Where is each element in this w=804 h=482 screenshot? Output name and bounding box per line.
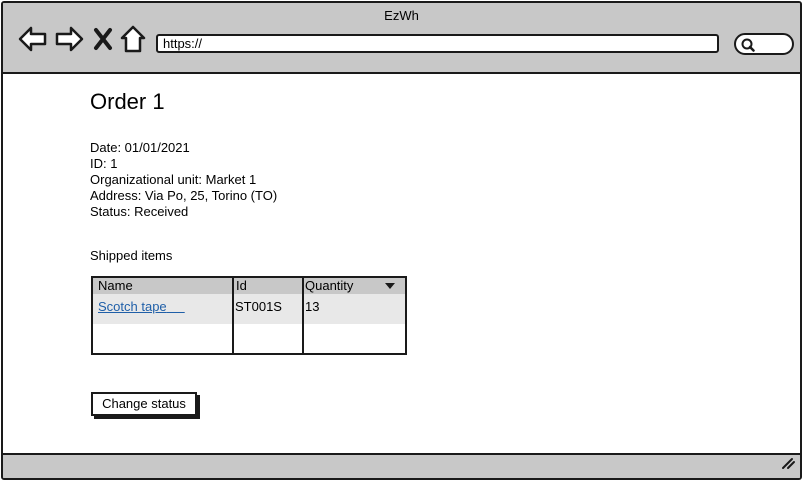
search-icon — [741, 38, 755, 57]
order-org-unit: Organizational unit: Market 1 — [90, 172, 257, 187]
order-date: Date: 01/01/2021 — [90, 140, 190, 155]
table-header — [93, 278, 405, 294]
browser-toolbar: EzWh https:// — [3, 3, 800, 74]
order-details: Date: 01/01/2021 ID: 1 Organizational un… — [90, 140, 277, 220]
shipped-items-table: Name Id Quantity Scotch tape ST001S 13 — [91, 276, 407, 355]
status-bar — [3, 453, 800, 478]
window-title: EzWh — [384, 8, 419, 23]
close-icon[interactable] — [93, 27, 113, 51]
column-divider — [232, 278, 234, 353]
cell-item-id: ST001S — [235, 299, 282, 314]
browser-search-box[interactable] — [734, 33, 794, 55]
cell-item-quantity: 13 — [305, 299, 320, 314]
column-header-name[interactable]: Name — [98, 278, 133, 293]
address-bar[interactable]: https:// — [156, 34, 719, 53]
cell-item-name[interactable]: Scotch tape — [98, 299, 185, 314]
order-address: Address: Via Po, 25, Torino (TO) — [90, 188, 278, 203]
column-divider — [302, 278, 304, 353]
resize-handle-icon[interactable] — [780, 456, 796, 475]
sort-down-icon[interactable] — [385, 283, 395, 289]
page-title: Order 1 — [90, 89, 165, 114]
shipped-items-label: Shipped items — [90, 248, 173, 263]
column-header-quantity[interactable]: Quantity — [305, 278, 353, 293]
order-status: Status: Received — [90, 204, 189, 219]
item-link[interactable]: Scotch tape — [98, 299, 167, 314]
browser-window: EzWh https:// Order 1 Date: 01/01/2021 I… — [1, 1, 802, 480]
page-content: Order 1 Date: 01/01/2021 ID: 1 Organizat… — [3, 76, 800, 455]
home-icon[interactable] — [120, 25, 146, 53]
order-id: ID: 1 — [90, 156, 118, 171]
change-status-button[interactable]: Change status — [91, 392, 197, 416]
arrow-right-icon[interactable] — [54, 25, 84, 53]
column-header-id[interactable]: Id — [236, 278, 247, 293]
arrow-left-icon[interactable] — [18, 25, 48, 53]
